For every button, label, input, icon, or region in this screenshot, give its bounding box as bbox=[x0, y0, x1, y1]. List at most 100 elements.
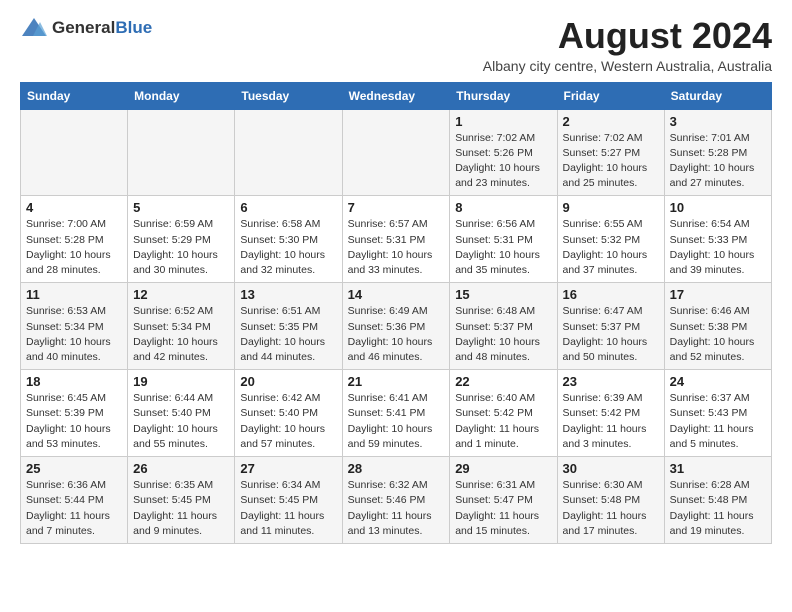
day-info: Sunrise: 7:02 AM Sunset: 5:27 PM Dayligh… bbox=[563, 131, 659, 192]
day-info: Sunrise: 7:00 AM Sunset: 5:28 PM Dayligh… bbox=[26, 217, 122, 278]
day-number: 4 bbox=[26, 200, 122, 215]
calendar-cell: 2 Sunrise: 7:02 AM Sunset: 5:27 PM Daylig… bbox=[557, 109, 664, 196]
day-info: Sunrise: 6:32 AM Sunset: 5:46 PM Dayligh… bbox=[348, 478, 445, 539]
calendar-cell: 29Sunrise: 6:31 AM Sunset: 5:47 PM Dayli… bbox=[450, 457, 557, 544]
day-number: 3 bbox=[670, 114, 766, 129]
day-number: 2 bbox=[563, 114, 659, 129]
day-number: 14 bbox=[348, 287, 445, 302]
calendar-cell bbox=[128, 109, 235, 196]
day-info: Sunrise: 6:35 AM Sunset: 5:45 PM Dayligh… bbox=[133, 478, 229, 539]
day-info: Sunrise: 6:36 AM Sunset: 5:44 PM Dayligh… bbox=[26, 478, 122, 539]
calendar-cell: 22 Sunrise: 6:40 AM Sunset: 5:42 PM Dayli… bbox=[450, 370, 557, 457]
day-info: Sunrise: 6:59 AM Sunset: 5:29 PM Dayligh… bbox=[133, 217, 229, 278]
day-number: 31 bbox=[670, 461, 766, 476]
calendar-cell: 8 Sunrise: 6:56 AM Sunset: 5:31 PM Daylig… bbox=[450, 196, 557, 283]
calendar-cell: 21 Sunrise: 6:41 AM Sunset: 5:41 PM Dayli… bbox=[342, 370, 450, 457]
day-info: Sunrise: 6:41 AM Sunset: 5:41 PM Dayligh… bbox=[348, 391, 445, 452]
calendar-week-row: 11 Sunrise: 6:53 AM Sunset: 5:34 PM Dayli… bbox=[21, 283, 772, 370]
calendar-cell: 27 Sunrise: 6:34 AM Sunset: 5:45 PM Dayli… bbox=[235, 457, 342, 544]
day-number: 7 bbox=[348, 200, 445, 215]
day-info: Sunrise: 6:55 AM Sunset: 5:32 PM Dayligh… bbox=[563, 217, 659, 278]
calendar-cell bbox=[21, 109, 128, 196]
calendar-cell: 1 Sunrise: 7:02 AM Sunset: 5:26 PM Daylig… bbox=[450, 109, 557, 196]
main-title: August 2024 bbox=[483, 16, 772, 56]
calendar-cell: 28Sunrise: 6:32 AM Sunset: 5:46 PM Dayli… bbox=[342, 457, 450, 544]
day-info: Sunrise: 7:02 AM Sunset: 5:26 PM Dayligh… bbox=[455, 131, 551, 192]
title-section: August 2024 Albany city centre, Western … bbox=[483, 16, 772, 74]
day-number: 1 bbox=[455, 114, 551, 129]
day-info: Sunrise: 6:47 AM Sunset: 5:37 PM Dayligh… bbox=[563, 304, 659, 365]
calendar-cell: 5 Sunrise: 6:59 AM Sunset: 5:29 PM Daylig… bbox=[128, 196, 235, 283]
day-number: 17 bbox=[670, 287, 766, 302]
day-info: Sunrise: 6:34 AM Sunset: 5:45 PM Dayligh… bbox=[240, 478, 336, 539]
calendar-cell: 15Sunrise: 6:48 AM Sunset: 5:37 PM Dayli… bbox=[450, 283, 557, 370]
calendar-cell: 24Sunrise: 6:37 AM Sunset: 5:43 PM Dayli… bbox=[664, 370, 771, 457]
day-number: 27 bbox=[240, 461, 336, 476]
day-number: 24 bbox=[670, 374, 766, 389]
day-number: 30 bbox=[563, 461, 659, 476]
calendar-cell: 10Sunrise: 6:54 AM Sunset: 5:33 PM Dayli… bbox=[664, 196, 771, 283]
day-number: 20 bbox=[240, 374, 336, 389]
day-info: Sunrise: 6:45 AM Sunset: 5:39 PM Dayligh… bbox=[26, 391, 122, 452]
column-header-saturday: Saturday bbox=[664, 82, 771, 109]
column-header-sunday: Sunday bbox=[21, 82, 128, 109]
calendar-table: SundayMondayTuesdayWednesdayThursdayFrid… bbox=[20, 82, 772, 544]
calendar-cell: 20 Sunrise: 6:42 AM Sunset: 5:40 PM Dayli… bbox=[235, 370, 342, 457]
day-number: 12 bbox=[133, 287, 229, 302]
day-info: Sunrise: 6:53 AM Sunset: 5:34 PM Dayligh… bbox=[26, 304, 122, 365]
day-info: Sunrise: 7:01 AM Sunset: 5:28 PM Dayligh… bbox=[670, 131, 766, 192]
day-info: Sunrise: 6:58 AM Sunset: 5:30 PM Dayligh… bbox=[240, 217, 336, 278]
day-number: 8 bbox=[455, 200, 551, 215]
calendar-cell: 16Sunrise: 6:47 AM Sunset: 5:37 PM Dayli… bbox=[557, 283, 664, 370]
day-number: 6 bbox=[240, 200, 336, 215]
logo-text-general: General bbox=[52, 18, 115, 37]
calendar-cell: 31 Sunrise: 6:28 AM Sunset: 5:48 PM Dayli… bbox=[664, 457, 771, 544]
column-header-tuesday: Tuesday bbox=[235, 82, 342, 109]
column-header-thursday: Thursday bbox=[450, 82, 557, 109]
day-number: 5 bbox=[133, 200, 229, 215]
calendar-week-row: 25 Sunrise: 6:36 AM Sunset: 5:44 PM Dayli… bbox=[21, 457, 772, 544]
calendar-header-row: SundayMondayTuesdayWednesdayThursdayFrid… bbox=[21, 82, 772, 109]
calendar-cell: 14Sunrise: 6:49 AM Sunset: 5:36 PM Dayli… bbox=[342, 283, 450, 370]
calendar-week-row: 1 Sunrise: 7:02 AM Sunset: 5:26 PM Daylig… bbox=[21, 109, 772, 196]
calendar-cell: 19Sunrise: 6:44 AM Sunset: 5:40 PM Dayli… bbox=[128, 370, 235, 457]
day-number: 25 bbox=[26, 461, 122, 476]
calendar-cell: 7 Sunrise: 6:57 AM Sunset: 5:31 PM Daylig… bbox=[342, 196, 450, 283]
calendar-cell: 11 Sunrise: 6:53 AM Sunset: 5:34 PM Dayli… bbox=[21, 283, 128, 370]
calendar-cell bbox=[342, 109, 450, 196]
day-info: Sunrise: 6:57 AM Sunset: 5:31 PM Dayligh… bbox=[348, 217, 445, 278]
day-number: 18 bbox=[26, 374, 122, 389]
calendar-cell: 13Sunrise: 6:51 AM Sunset: 5:35 PM Dayli… bbox=[235, 283, 342, 370]
day-info: Sunrise: 6:28 AM Sunset: 5:48 PM Dayligh… bbox=[670, 478, 766, 539]
day-number: 19 bbox=[133, 374, 229, 389]
calendar-cell: 23 Sunrise: 6:39 AM Sunset: 5:42 PM Dayli… bbox=[557, 370, 664, 457]
day-info: Sunrise: 6:46 AM Sunset: 5:38 PM Dayligh… bbox=[670, 304, 766, 365]
subtitle: Albany city centre, Western Australia, A… bbox=[483, 58, 772, 74]
day-number: 15 bbox=[455, 287, 551, 302]
day-info: Sunrise: 6:42 AM Sunset: 5:40 PM Dayligh… bbox=[240, 391, 336, 452]
day-info: Sunrise: 6:39 AM Sunset: 5:42 PM Dayligh… bbox=[563, 391, 659, 452]
calendar-cell: 26Sunrise: 6:35 AM Sunset: 5:45 PM Dayli… bbox=[128, 457, 235, 544]
column-header-monday: Monday bbox=[128, 82, 235, 109]
day-number: 11 bbox=[26, 287, 122, 302]
day-number: 23 bbox=[563, 374, 659, 389]
column-header-wednesday: Wednesday bbox=[342, 82, 450, 109]
day-info: Sunrise: 6:40 AM Sunset: 5:42 PM Dayligh… bbox=[455, 391, 551, 452]
day-info: Sunrise: 6:51 AM Sunset: 5:35 PM Dayligh… bbox=[240, 304, 336, 365]
day-number: 21 bbox=[348, 374, 445, 389]
day-info: Sunrise: 6:56 AM Sunset: 5:31 PM Dayligh… bbox=[455, 217, 551, 278]
calendar-cell: 25 Sunrise: 6:36 AM Sunset: 5:44 PM Dayli… bbox=[21, 457, 128, 544]
day-info: Sunrise: 6:31 AM Sunset: 5:47 PM Dayligh… bbox=[455, 478, 551, 539]
logo-text-blue: Blue bbox=[115, 18, 152, 37]
calendar-cell: 4 Sunrise: 7:00 AM Sunset: 5:28 PM Daylig… bbox=[21, 196, 128, 283]
logo-icon bbox=[20, 16, 48, 40]
calendar-cell: 9Sunrise: 6:55 AM Sunset: 5:32 PM Daylig… bbox=[557, 196, 664, 283]
calendar-cell: 30Sunrise: 6:30 AM Sunset: 5:48 PM Dayli… bbox=[557, 457, 664, 544]
day-number: 10 bbox=[670, 200, 766, 215]
calendar-cell: 17 Sunrise: 6:46 AM Sunset: 5:38 PM Dayli… bbox=[664, 283, 771, 370]
day-number: 22 bbox=[455, 374, 551, 389]
calendar-cell: 3 Sunrise: 7:01 AM Sunset: 5:28 PM Daylig… bbox=[664, 109, 771, 196]
logo: GeneralBlue bbox=[20, 16, 152, 40]
page-header: GeneralBlue August 2024 Albany city cent… bbox=[20, 16, 772, 74]
calendar-week-row: 4 Sunrise: 7:00 AM Sunset: 5:28 PM Daylig… bbox=[21, 196, 772, 283]
